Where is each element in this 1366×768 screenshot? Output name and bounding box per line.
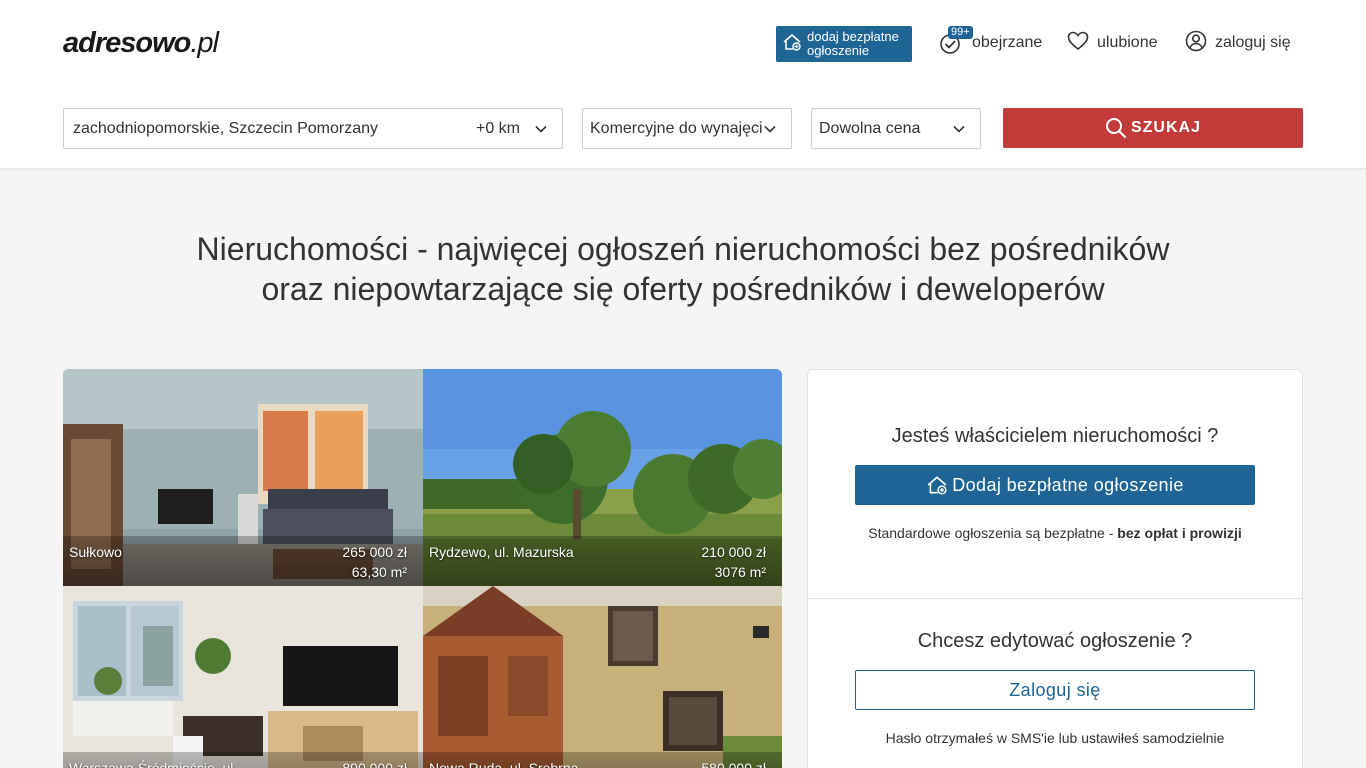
nav-viewed[interactable]: 99+ obejrzane [938, 26, 1043, 55]
property-type-select[interactable]: Komercyjne do wynajęcia [582, 108, 792, 149]
nav-favorites[interactable]: ulubione [1067, 31, 1158, 55]
free-listing-note-bold: bez opłat i prowizji [1117, 525, 1242, 541]
check-badge-icon: 99+ [938, 26, 973, 55]
owner-panel-title: Jesteś właścicielem nieruchomości ? [891, 425, 1219, 447]
user-circle-icon [1185, 30, 1207, 57]
page-headline: Nieruchomości - najwięcej ogłoszeń nieru… [0, 229, 1366, 309]
listing-caption: Sułkowo 265 000 zł 63,30 m² [63, 536, 423, 586]
logo-tld: .pl [190, 27, 219, 59]
property-type-value: Komercyjne do wynajęcia [590, 119, 763, 137]
nav-viewed-label: obejrzane [972, 34, 1043, 51]
listing-card[interactable]: Nowa Ruda, ul. Srebrna 580 000 zł [423, 586, 782, 768]
free-listing-note-text: Standardowe ogłoszenia są bezpłatne - [868, 525, 1118, 541]
edit-listing-title: Chcesz edytować ogłoszenie ? [917, 630, 1193, 652]
panel-login-label: Zaloguj się [1009, 679, 1101, 700]
radius-value[interactable]: +0 km [476, 120, 520, 138]
owner-panel: Jesteś właścicielem nieruchomości ? Doda… [807, 369, 1303, 768]
headline-line2: oraz niepowtarzające się oferty pośredni… [261, 271, 1105, 307]
panel-login-button[interactable]: Zaloguj się [855, 670, 1255, 710]
add-listing-button[interactable]: dodaj bezpłatne ogłoszenie [776, 26, 912, 62]
listing-caption: Rydzewo, ul. Mazurska 210 000 zł 3076 m² [423, 536, 782, 586]
listing-price: 890 000 zł [342, 760, 407, 768]
chevron-down-icon [764, 125, 776, 133]
panel-divider [808, 598, 1302, 599]
search-icon [1105, 118, 1127, 139]
chevron-down-icon [535, 125, 547, 133]
listing-location: Sułkowo [69, 544, 122, 560]
price-select[interactable]: Dowolna cena [811, 108, 981, 149]
site-logo[interactable]: adresowo.pl [63, 27, 219, 60]
password-note: Hasło otrzymałeś w SMS'ie lub ustawiłeś … [885, 730, 1225, 746]
price-value: Dowolna cena [819, 119, 921, 137]
house-plus-icon [782, 32, 802, 57]
nav-favorites-label: ulubione [1097, 34, 1158, 51]
listing-card[interactable]: Rydzewo, ul. Mazurska 210 000 zł 3076 m² [423, 369, 782, 586]
listing-price: 210 000 zł [701, 544, 766, 560]
listing-card[interactable]: Warszawa Śródmieście, ul. 890 000 zł [63, 586, 423, 768]
location-select[interactable]: zachodniopomorskie, Szczecin Pomorzany +… [63, 108, 563, 149]
listing-card[interactable]: Sułkowo 265 000 zł 63,30 m² [63, 369, 423, 586]
listing-location: Nowa Ruda, ul. Srebrna [429, 760, 579, 768]
listing-location: Warszawa Śródmieście, ul. [69, 760, 238, 768]
nav-login[interactable]: zaloguj się [1185, 30, 1291, 57]
listing-photo [423, 586, 782, 768]
free-listing-note: Standardowe ogłoszenia są bezpłatne - be… [808, 525, 1302, 541]
listing-location: Rydzewo, ul. Mazurska [429, 544, 574, 560]
listing-area: 3076 m² [714, 564, 766, 580]
featured-listings-grid: Sułkowo 265 000 zł 63,30 m² Rydzewo, ul.… [63, 369, 782, 768]
heart-icon [1067, 31, 1089, 56]
logo-main: adresowo [63, 27, 191, 59]
add-free-listing-button[interactable]: Dodaj bezpłatne ogłoszenie [855, 465, 1255, 505]
listing-price: 265 000 zł [342, 544, 407, 560]
location-value: zachodniopomorskie, Szczecin Pomorzany [73, 119, 379, 137]
listing-caption: Nowa Ruda, ul. Srebrna 580 000 zł [423, 752, 782, 768]
add-listing-line2: ogłoszenie [807, 43, 870, 58]
listing-price: 580 000 zł [701, 760, 766, 768]
viewed-count-badge: 99+ [948, 26, 973, 39]
search-button-label: SZUKAJ [1130, 119, 1201, 136]
listing-area: 63,30 m² [351, 564, 407, 580]
add-free-listing-label: Dodaj bezpłatne ogłoszenie [952, 474, 1184, 495]
headline-line1: Nieruchomości - najwięcej ogłoszeń nieru… [196, 231, 1170, 267]
search-button[interactable]: SZUKAJ [1003, 108, 1303, 148]
listing-photo [63, 586, 423, 768]
add-listing-line1: dodaj bezpłatne [807, 29, 899, 44]
listing-caption: Warszawa Śródmieście, ul. 890 000 zł [63, 752, 423, 768]
site-header: adresowo.pl dodaj bezpłatne ogłoszenie 9… [0, 0, 1366, 169]
house-plus-icon [927, 476, 947, 495]
nav-login-label: zaloguj się [1215, 34, 1291, 51]
chevron-down-icon [953, 125, 965, 133]
